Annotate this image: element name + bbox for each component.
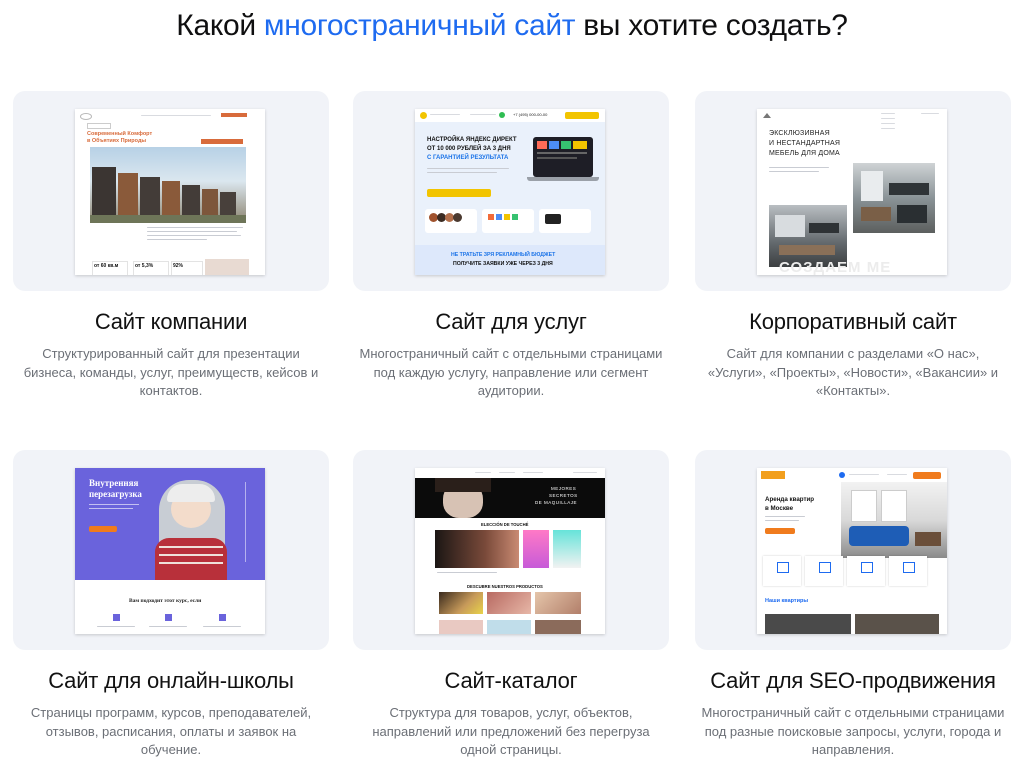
- preview-banner-2: SECRETOS: [549, 493, 578, 498]
- page-title-end: вы хотите создать?: [575, 9, 848, 42]
- card-description: Структура для товаров, услуг, объектов, …: [372, 705, 650, 757]
- online-school-preview-image: Внутренняя перезагрузка Вам подходит это…: [75, 468, 265, 634]
- seo-site-preview-image: Аренда квартир в Москве Наши квартиры: [757, 468, 947, 634]
- card-description: Структурированный сайт для презентации б…: [23, 346, 319, 398]
- card-title: Сайт компании: [94, 309, 248, 334]
- preview-stat-3: 92%: [173, 263, 184, 269]
- preview-line-3: МЕБЕЛЬ ДЛЯ ДОМА: [769, 150, 840, 157]
- preview-footer-2: ПОЛУЧИТЕ ЗАЯВКИ УЖЕ ЧЕРЕЗ 3 ДНЯ: [453, 261, 553, 267]
- card-preview-frame: Аренда квартир в Москве Наши квартиры: [695, 450, 1011, 650]
- card-preview-frame: ЭКСКЛЮЗИВНАЯ И НЕСТАНДАРТНАЯ МЕБЕЛЬ ДЛЯ …: [695, 91, 1011, 291]
- preview-stat-1: от 60 кв.м: [94, 263, 119, 269]
- services-site-preview-image: +7 (495) 000-00-00 НАСТРОЙКА ЯНДЕКС ДИРЕ…: [415, 109, 605, 275]
- card-description: Страницы программ, курсов, преподавателе…: [30, 705, 312, 757]
- preview-section-1: ELECCIÓN DE TOUCHÉ: [481, 522, 529, 527]
- catalog-site-preview-image: MEJORES SECRETOS DE MAQUILLAJE ELECCIÓN …: [415, 468, 605, 634]
- card-title: Корпоративный сайт: [749, 309, 957, 334]
- card-description: Многостраничный сайт с отдельными страни…: [701, 705, 1005, 757]
- preview-watermark: СОЗДАЕМ МЕ: [779, 259, 892, 275]
- card-title: Сайт для услуг: [435, 309, 587, 334]
- corporate-site-preview-image: ЭКСКЛЮЗИВНАЯ И НЕСТАНДАРТНАЯ МЕБЕЛЬ ДЛЯ …: [757, 109, 947, 275]
- company-site-preview-image: Современный Комфорт в Объятиях Природы о…: [75, 109, 265, 275]
- preview-line-1: ЭКСКЛЮЗИВНАЯ: [769, 130, 830, 137]
- preview-hero-line-2: перезагрузка: [89, 489, 142, 499]
- preview-line-2: И НЕСТАНДАРТНАЯ: [769, 140, 841, 147]
- preview-section-title: Наши квартиры: [765, 598, 809, 604]
- page-title: Какой многостраничный сайт вы хотите соз…: [0, 8, 1024, 44]
- preview-headline-1: НАСТРОЙКА ЯНДЕКС ДИРЕКТ: [427, 137, 517, 143]
- preview-phone: +7 (495) 000-00-00: [513, 112, 548, 117]
- preview-section-title: Вам подходит этот курс, если: [129, 598, 202, 604]
- preview-hero-line-1: Внутренняя: [89, 478, 139, 488]
- preview-headline-3: С ГАРАНТИЕЙ РЕЗУЛЬТАТА: [427, 155, 509, 161]
- preview-headline-2: ОТ 10 000 РУБЛЕЙ ЗА 3 ДНЯ: [427, 146, 511, 152]
- preview-banner-3: DE MAQUILLAJE: [535, 500, 578, 505]
- card-title: Сайт для SEO-продвижения: [710, 668, 996, 693]
- preview-stat-2: от 5,3%: [135, 263, 154, 269]
- card-preview-frame: Современный Комфорт в Объятиях Природы о…: [13, 91, 329, 291]
- page-title-accent: многостраничный сайт: [263, 9, 576, 42]
- page-title-start: Какой: [176, 9, 264, 42]
- card-description: Многостраничный сайт с отдельными страни…: [359, 346, 663, 398]
- card-title: Сайт для онлайн-школы: [48, 668, 294, 693]
- card-description: Сайт для компании с разделами «О нас», «…: [707, 346, 999, 398]
- preview-hero-line2: в Объятиях Природы: [87, 138, 147, 144]
- card-preview-frame: +7 (495) 000-00-00 НАСТРОЙКА ЯНДЕКС ДИРЕ…: [353, 91, 669, 291]
- card-preview-frame: Внутренняя перезагрузка Вам подходит это…: [13, 450, 329, 650]
- preview-banner-1: MEJORES: [551, 486, 577, 491]
- preview-footer-1: НЕ ТРАТЬТЕ ЗРЯ РЕКЛАМНЫЙ БЮДЖЕТ: [451, 252, 556, 258]
- preview-section-2: DESCUBRE NUESTROS PRODUCTOS: [467, 584, 543, 589]
- preview-hero-line-2: в Москве: [765, 505, 794, 512]
- card-title: Сайт-каталог: [444, 668, 578, 693]
- card-preview-frame: MEJORES SECRETOS DE MAQUILLAJE ELECCIÓN …: [353, 450, 669, 650]
- preview-hero-line1: Современный Комфорт: [87, 131, 153, 137]
- preview-hero-line-1: Аренда квартир: [765, 496, 815, 503]
